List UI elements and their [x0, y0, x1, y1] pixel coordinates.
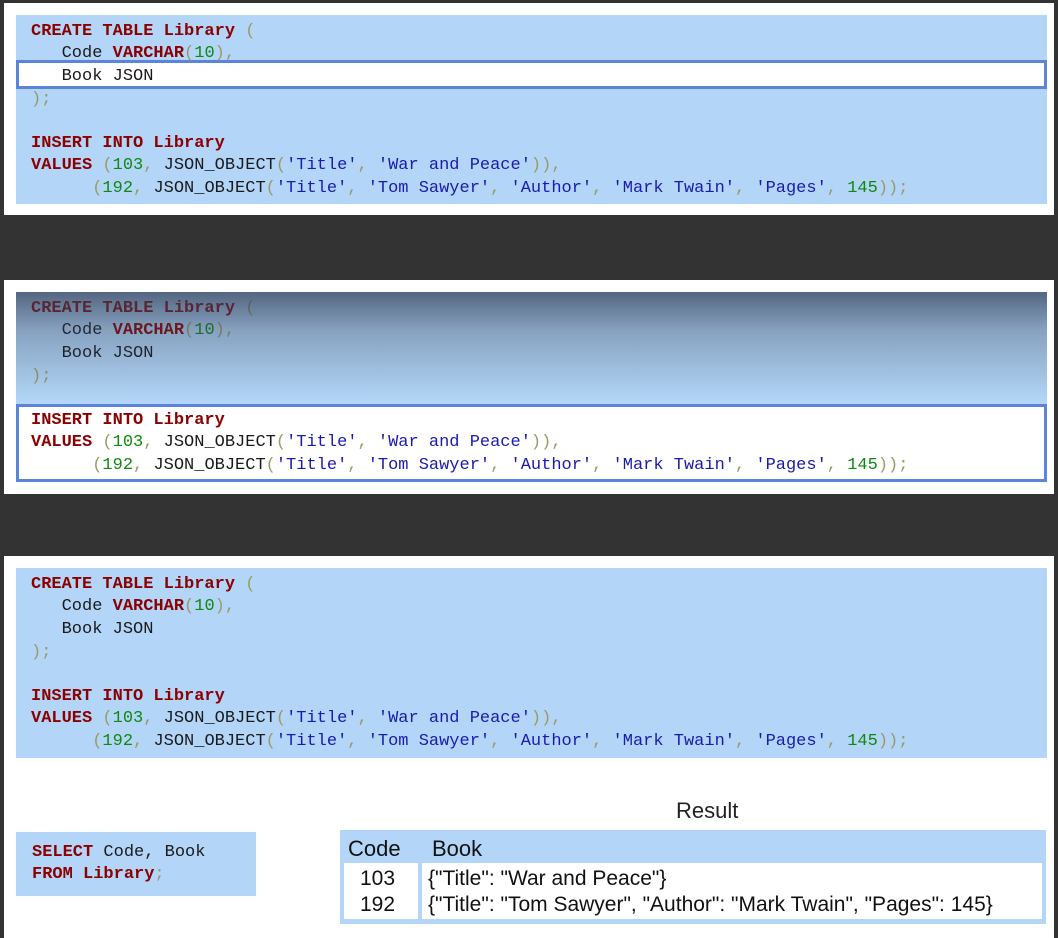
values-row1: VALUES (103, JSON_OBJECT('Title', 'War a… — [31, 709, 562, 728]
table-cell-book: {"Title": "Tom Sawyer", "Author": "Mark … — [428, 893, 993, 916]
values-row1: VALUES (103, JSON_OBJECT('Title', 'War a… — [31, 156, 562, 175]
sql-code-block: CREATE TABLE Library ( Code VARCHAR(10),… — [16, 292, 1047, 482]
close-line: ); — [31, 90, 52, 109]
close-line: ); — [31, 643, 52, 662]
select-line: SELECT Code, Book — [32, 843, 206, 862]
close-line: ); — [31, 367, 52, 386]
sql-code-block: CREATE TABLE Library ( Code VARCHAR(10),… — [16, 15, 1047, 204]
book-column-line: Book JSON — [31, 620, 154, 639]
values-row2: (192, JSON_OBJECT('Title', 'Tom Sawyer',… — [92, 179, 909, 198]
insert-line: INSERT INTO Library — [31, 134, 225, 153]
book-column-line: Book JSON — [31, 67, 154, 86]
create-line: CREATE TABLE Library ( — [31, 22, 256, 41]
create-line: CREATE TABLE Library ( — [31, 299, 256, 318]
step-panel-2: CREATE TABLE Library ( Code VARCHAR(10),… — [4, 280, 1054, 494]
table-cell-book: {"Title": "War and Peace"} — [428, 867, 667, 890]
code-column-line: Code VARCHAR(10), — [31, 597, 236, 616]
table-cell-code: 103 — [360, 867, 396, 890]
column-header-book: Book — [432, 836, 483, 861]
code-column-line: Code VARCHAR(10), — [31, 44, 236, 63]
step-panel-1: CREATE TABLE Library ( Code VARCHAR(10),… — [4, 3, 1054, 215]
values-row1: VALUES (103, JSON_OBJECT('Title', 'War a… — [31, 433, 562, 452]
values-row2: (192, JSON_OBJECT('Title', 'Tom Sawyer',… — [92, 732, 909, 751]
result-title: Result — [676, 798, 739, 823]
table-cell-code: 192 — [360, 893, 396, 916]
result-table: Code Book 103 {"Title": "War and Peace"}… — [340, 830, 1046, 924]
values-row2: (192, JSON_OBJECT('Title', 'Tom Sawyer',… — [92, 456, 909, 475]
book-column-line: Book JSON — [31, 344, 154, 363]
column-header-code: Code — [348, 836, 401, 861]
create-line: CREATE TABLE Library ( — [31, 575, 256, 594]
insert-line: INSERT INTO Library — [31, 411, 225, 430]
insert-line: INSERT INTO Library — [31, 687, 225, 706]
step-panel-3: CREATE TABLE Library ( Code VARCHAR(10),… — [4, 556, 1054, 938]
from-line: FROM Library; — [32, 865, 165, 884]
sql-code-block: CREATE TABLE Library ( Code VARCHAR(10),… — [16, 568, 1047, 758]
code-column-line: Code VARCHAR(10), — [31, 321, 236, 340]
select-query-block: SELECT Code, Book FROM Library; — [16, 832, 256, 896]
